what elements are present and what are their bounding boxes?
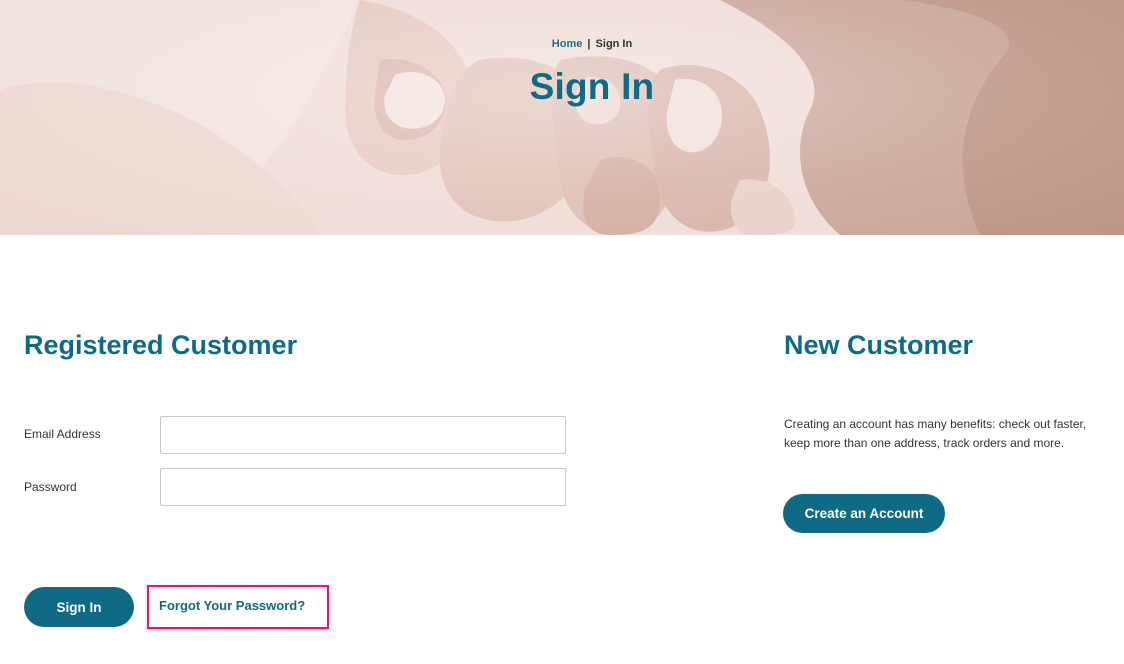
password-field[interactable] <box>160 468 566 506</box>
email-field[interactable] <box>160 416 566 454</box>
new-customer-description: Creating an account has many benefits: c… <box>784 417 1087 450</box>
page-title: Sign In <box>529 66 655 107</box>
breadcrumb-current: Sign In <box>595 38 633 50</box>
sign-in-button[interactable]: Sign In <box>24 587 134 627</box>
registered-customer-heading: Registered Customer <box>24 330 298 360</box>
breadcrumb-home-link[interactable]: Home <box>552 38 583 50</box>
breadcrumb-separator: | <box>587 38 591 50</box>
hero-banner: Home | Sign In Sign In <box>0 0 1124 235</box>
password-label: Password <box>24 480 77 494</box>
create-account-button[interactable]: Create an Account <box>783 494 945 533</box>
forgot-password-link[interactable]: Forgot Your Password? <box>159 598 305 613</box>
forgot-password-highlight: Forgot Your Password? <box>147 585 329 629</box>
new-customer-heading: New Customer <box>784 330 974 360</box>
breadcrumb: Home | Sign In <box>0 38 1124 50</box>
email-label: Email Address <box>24 427 101 441</box>
hero-overlay <box>0 0 1124 235</box>
